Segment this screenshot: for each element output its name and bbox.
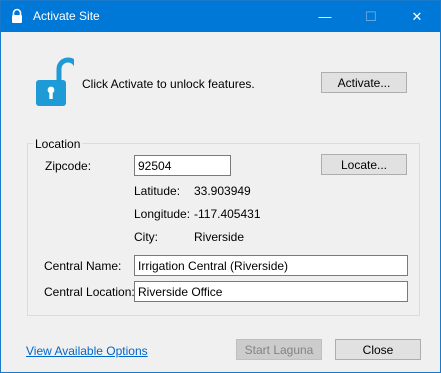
activate-site-window: Activate Site — ☐ ✕ Click Activate to un…	[0, 0, 441, 373]
zipcode-label: Zipcode:	[45, 159, 92, 173]
central-name-label: Central Name:	[44, 259, 122, 273]
longitude-value: -117.405431	[194, 207, 261, 221]
activation-message: Click Activate to unlock features.	[82, 77, 255, 91]
padlock-icon	[36, 57, 74, 106]
central-location-label: Central Location:	[44, 285, 135, 299]
minimize-button[interactable]: —	[302, 1, 348, 32]
view-options-link[interactable]: View Available Options	[26, 344, 148, 358]
central-name-input[interactable]	[134, 255, 408, 276]
lock-icon	[12, 8, 22, 23]
activate-button[interactable]: Activate...	[321, 72, 407, 93]
locate-button[interactable]: Locate...	[321, 154, 407, 175]
location-group-title: Location	[33, 137, 83, 151]
latitude-value: 33.903949	[194, 184, 251, 198]
close-window-button[interactable]: ✕	[394, 1, 440, 32]
start-laguna-button[interactable]: Start Laguna	[236, 339, 322, 360]
city-value: Riverside	[194, 230, 245, 244]
city-label: City:	[134, 230, 158, 244]
latitude-label: Latitude:	[134, 184, 181, 198]
window-title: Activate Site	[33, 9, 100, 23]
central-location-input[interactable]	[134, 281, 408, 302]
close-button[interactable]: Close	[335, 339, 421, 360]
longitude-label: Longitude:	[134, 207, 191, 221]
maximize-button[interactable]: ☐	[348, 1, 394, 32]
zipcode-input[interactable]	[134, 155, 231, 176]
title-bar[interactable]: Activate Site — ☐ ✕	[1, 1, 440, 32]
